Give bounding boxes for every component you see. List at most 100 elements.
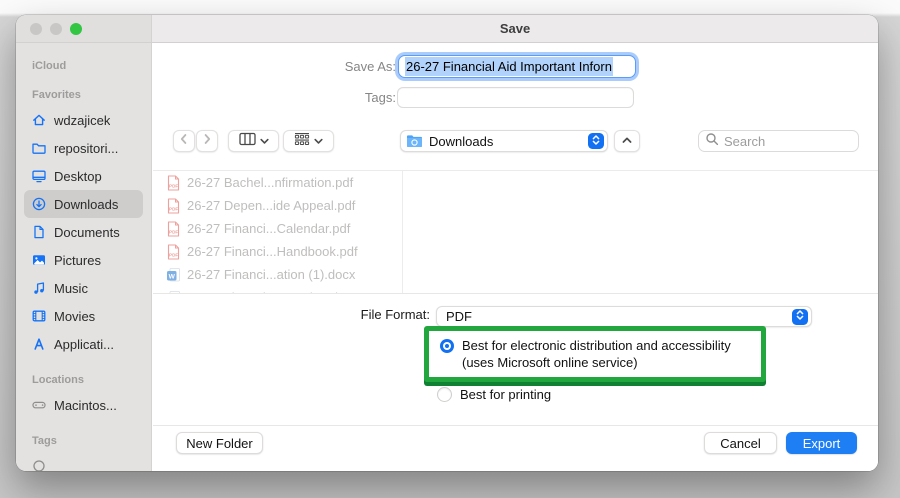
sidebar-item-documents[interactable]: Documents <box>24 218 143 246</box>
close-window-button[interactable] <box>30 22 42 35</box>
radio-best-for-printing-label: Best for printing <box>460 387 552 402</box>
sidebar-section-header: Favorites <box>32 89 81 101</box>
chevron-left-icon <box>176 131 192 152</box>
save-as-label: Save As: <box>344 59 396 74</box>
popup-stepper-icon <box>792 308 808 325</box>
column-view-button[interactable] <box>228 130 279 152</box>
word-icon: W <box>166 267 181 283</box>
sidebar: iCloud Favorites wdzajicek repositori... Des… <box>16 43 152 471</box>
chevron-right-icon <box>199 131 215 152</box>
back-button[interactable] <box>173 130 195 152</box>
file-browser-column: PDF 26-27 Bachel...nfirmation.pdf PDF 26-27… <box>153 171 402 293</box>
forward-button[interactable] <box>196 130 218 152</box>
sidebar-item-label: Desktop <box>54 168 102 184</box>
sidebar-item-tag[interactable] <box>24 452 143 471</box>
file-format-popup[interactable]: PDF <box>436 306 812 327</box>
sidebar-section-header: Locations <box>32 374 84 386</box>
sidebar-item-downloads[interactable]: Downloads <box>24 190 143 218</box>
file-row[interactable]: PDF 26-27 Financi...Handbook.pdf <box>153 240 402 263</box>
sidebar-item-movies[interactable]: Movies <box>24 302 143 330</box>
window-title: Save <box>499 21 531 36</box>
option-line1: Best for electronic distribution and acc… <box>462 338 731 353</box>
location-popup-value: Downloads <box>429 133 494 149</box>
cancel-button[interactable]: Cancel <box>704 432 777 454</box>
sidebar-item-label: Music <box>54 280 88 296</box>
movies-icon <box>31 308 47 324</box>
sidebar-item-label: Macintos... <box>54 397 117 413</box>
file-name: 26-27 Financi...Calendar.pdf <box>187 221 351 236</box>
chevron-up-icon <box>621 132 633 150</box>
downloads-icon <box>31 196 47 212</box>
sidebar-item-applicati[interactable]: Applicati... <box>24 330 143 358</box>
export-button[interactable]: Export <box>786 432 857 454</box>
chevron-down-icon <box>314 132 323 150</box>
pdf-icon: PDF <box>166 197 181 214</box>
zoom-window-button[interactable] <box>70 22 82 35</box>
group-icon <box>294 132 310 151</box>
titlebar-main-section: Save <box>152 15 878 43</box>
new-folder-button[interactable]: New Folder <box>176 432 263 454</box>
format-panel: File Format: PDF Best for electronic dis… <box>153 293 878 426</box>
desktop-icon <box>31 168 47 184</box>
file-row[interactable]: W26-27 Financi...ormation.docx <box>153 286 402 293</box>
group-view-button[interactable] <box>283 130 334 152</box>
file-format-value: PDF <box>446 309 472 324</box>
radio-best-for-printing-row: Best for printing <box>437 387 551 402</box>
sidebar-item-macintos[interactable]: Macintos... <box>24 391 143 419</box>
file-name: 26-27 Depen...ide Appeal.pdf <box>187 198 356 213</box>
pdf-icon: PDF <box>166 243 181 260</box>
tags-label: Tags: <box>364 90 396 105</box>
file-row[interactable]: PDF 26-27 Financi...Calendar.pdf <box>153 217 402 240</box>
file-row[interactable]: PDF 26-27 Bachel...nfirmation.pdf <box>153 171 402 194</box>
file-row[interactable]: PDF 26-27 Depen...ide Appeal.pdf <box>153 194 402 217</box>
sidebar-item-wdzajicek[interactable]: wdzajicek <box>24 106 143 134</box>
drive-icon <box>31 397 47 413</box>
file-name: 26-27 Financi...Handbook.pdf <box>187 244 358 259</box>
save-as-input[interactable]: 26-27 Financial Aid Important Inforn <box>398 55 636 78</box>
sidebar-item-label: Applicati... <box>54 336 114 352</box>
svg-text:PDF: PDF <box>169 183 178 188</box>
location-popup-button[interactable]: Downloads <box>400 130 608 152</box>
downloads-folder-icon <box>406 134 423 148</box>
document-icon <box>31 224 47 240</box>
svg-text:W: W <box>169 273 176 280</box>
popup-stepper-icon <box>588 133 604 149</box>
save-dialog-window: Save iCloud Favorites wdzajicek repositori.… <box>16 15 878 471</box>
tags-input[interactable] <box>397 87 634 108</box>
titlebar: Save <box>16 15 878 43</box>
collapse-dialog-button[interactable] <box>614 130 640 152</box>
radio-electronic-distribution-label: Best for electronic distribution and acc… <box>462 338 731 371</box>
sidebar-item-repositori[interactable]: repositori... <box>24 134 143 162</box>
svg-text:PDF: PDF <box>169 206 178 211</box>
search-input[interactable]: Search <box>698 130 859 152</box>
sidebar-section-header: Tags <box>32 435 57 447</box>
sidebar-item-desktop[interactable]: Desktop <box>24 162 143 190</box>
button-row: New Folder Cancel Export <box>153 425 878 471</box>
annotation-highlight-box: Best for electronic distribution and acc… <box>424 326 766 382</box>
search-placeholder: Search <box>724 133 766 149</box>
tag-circle-icon <box>31 458 47 471</box>
sidebar-item-pictures[interactable]: Pictures <box>24 246 143 274</box>
search-icon <box>705 132 719 151</box>
music-icon <box>31 280 47 296</box>
radio-best-for-printing[interactable] <box>437 387 452 402</box>
pdf-icon: PDF <box>166 220 181 237</box>
file-format-label: File Format: <box>360 307 430 322</box>
sidebar-item-label: Movies <box>54 308 96 324</box>
file-row[interactable]: W 26-27 Financi...ation (1).docx <box>153 263 402 286</box>
radio-electronic-distribution[interactable] <box>440 339 454 353</box>
file-name: 26-27 Bachel...nfirmation.pdf <box>187 175 354 190</box>
option-line2: (uses Microsoft online service) <box>462 354 638 370</box>
applications-icon <box>31 336 47 352</box>
sidebar-item-music[interactable]: Music <box>24 274 143 302</box>
minimize-window-button[interactable] <box>50 22 62 35</box>
svg-text:PDF: PDF <box>169 229 178 234</box>
sidebar-list: iCloud Favorites wdzajicek repositori... Des… <box>16 60 151 471</box>
dialog-content: Save As: 26-27 Financial Aid Important I… <box>153 43 878 471</box>
titlebar-sidebar-section <box>16 15 152 43</box>
save-as-selected-text: 26-27 Financial Aid Important Inforn <box>405 57 613 76</box>
home-icon <box>31 112 47 128</box>
svg-text:PDF: PDF <box>169 252 178 257</box>
sidebar-item-label: wdzajicek <box>54 112 111 128</box>
pictures-icon <box>31 252 47 268</box>
